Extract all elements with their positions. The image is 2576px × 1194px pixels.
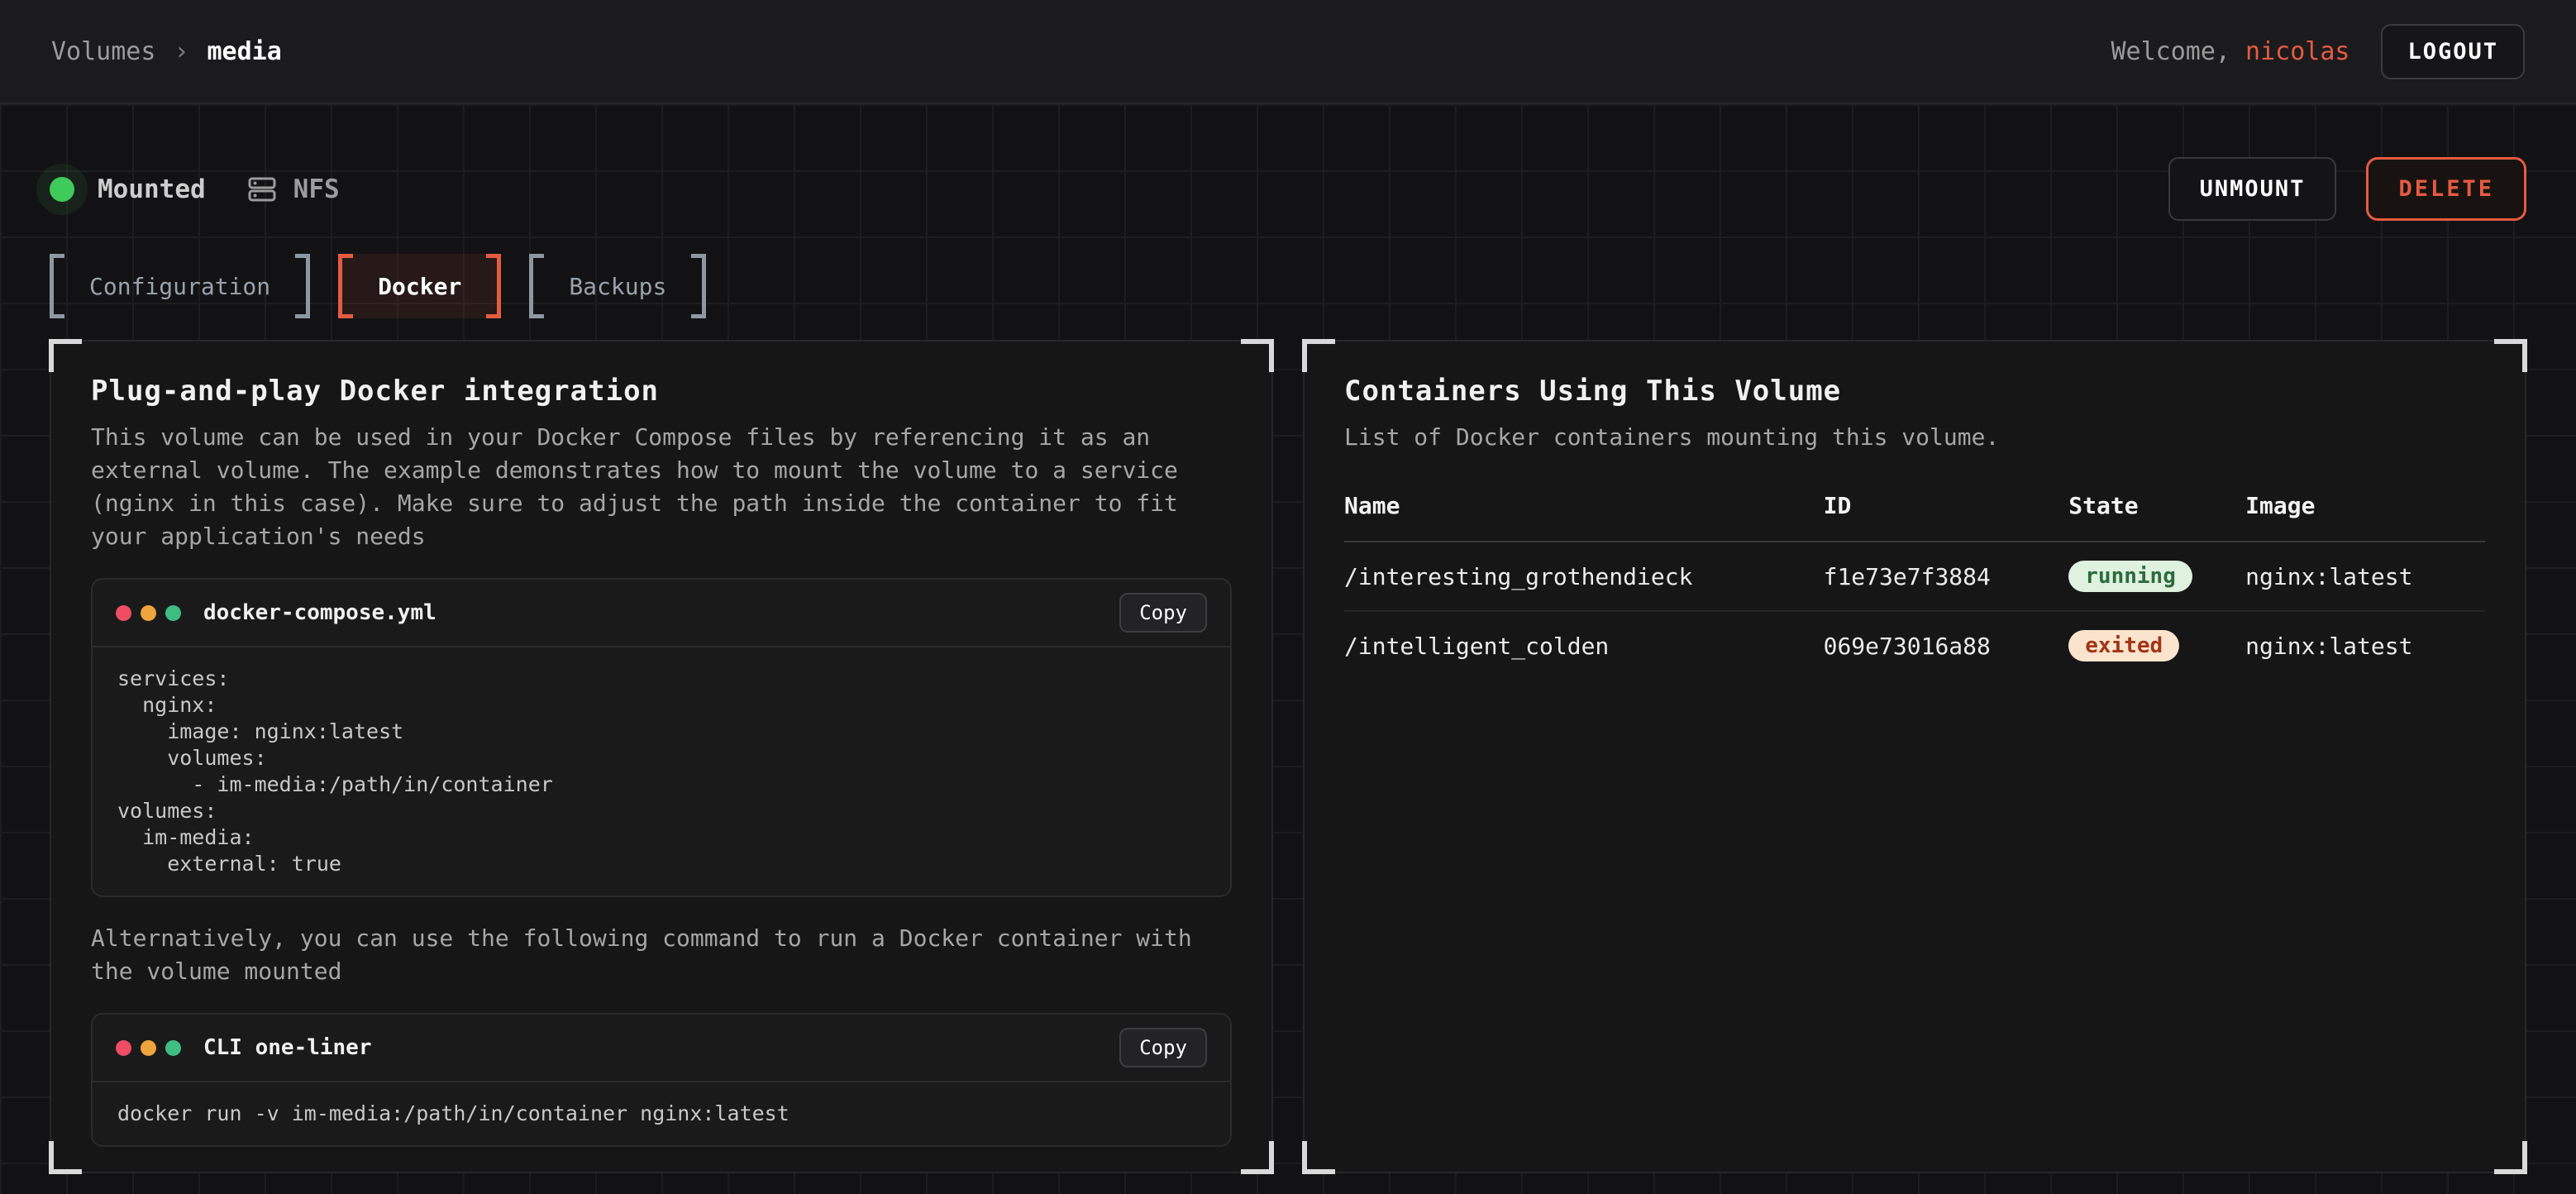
mount-status-label: Mounted <box>98 174 206 204</box>
tab-label: Docker <box>378 273 461 300</box>
corner-bracket-icon <box>2494 1141 2527 1174</box>
docker-integration-panel: Plug-and-play Docker integration This vo… <box>50 340 1273 1173</box>
cli-code-header: CLI one-liner Copy <box>93 1015 1230 1082</box>
tab-bracket-left-icon <box>338 254 353 318</box>
column-header-state: State <box>2068 492 2245 541</box>
status-row: Mounted NFS UNMOUNT DELETE <box>50 104 2526 221</box>
docker-panel-title: Plug-and-play Docker integration <box>91 375 1232 408</box>
state-cell: exited <box>2068 612 2245 680</box>
containers-panel-title: Containers Using This Volume <box>1344 375 2485 408</box>
top-bar-right: Welcome, nicolas LOGOUT <box>2111 24 2525 79</box>
container-image: nginx:latest <box>2245 545 2485 609</box>
mounted-status-dot-icon <box>50 177 74 202</box>
window-dot-green-icon <box>165 605 181 621</box>
table-body: /interesting_grothendieck f1e73e7f3884 r… <box>1344 542 2485 680</box>
corner-bracket-icon <box>49 1141 82 1174</box>
cli-intro-text: Alternatively, you can use the following… <box>91 922 1224 988</box>
window-dot-green-icon <box>165 1040 181 1056</box>
fs-type-label: NFS <box>293 174 340 204</box>
welcome-label: Welcome, <box>2111 37 2245 66</box>
tab-configuration[interactable]: Configuration <box>50 254 310 318</box>
column-header-name: Name <box>1344 492 1824 541</box>
tab-label: Configuration <box>89 273 270 300</box>
tab-docker[interactable]: Docker <box>338 254 501 318</box>
window-dot-red-icon <box>116 605 131 621</box>
window-dot-amber-icon <box>141 1040 156 1056</box>
main-content: Mounted NFS UNMOUNT DELETE Configuration… <box>0 104 2576 1194</box>
compose-code-header: docker-compose.yml Copy <box>93 580 1230 647</box>
tab-label: Backups <box>569 273 666 300</box>
column-header-image: Image <box>2245 492 2485 541</box>
container-name: /interesting_grothendieck <box>1344 545 1824 609</box>
server-stack-icon <box>246 173 279 206</box>
state-badge: running <box>2068 561 2192 592</box>
containers-panel: Containers Using This Volume List of Doc… <box>1303 340 2526 1173</box>
containers-panel-subtitle: List of Docker containers mounting this … <box>1344 421 2452 454</box>
corner-bracket-icon <box>1302 339 1335 372</box>
corner-bracket-icon <box>2494 339 2527 372</box>
breadcrumb-chevron-icon: › <box>174 37 188 66</box>
breadcrumb-current: media <box>208 37 282 66</box>
table-row: /interesting_grothendieck f1e73e7f3884 r… <box>1344 542 2485 612</box>
username: nicolas <box>2245 37 2349 66</box>
docker-panel-description: This volume can be used in your Docker C… <box>91 421 1199 553</box>
cli-code-block: CLI one-liner Copy docker run -v im-medi… <box>91 1013 1232 1147</box>
tab-bracket-left-icon <box>529 254 544 318</box>
corner-bracket-icon <box>1241 339 1274 372</box>
delete-button[interactable]: DELETE <box>2366 157 2526 221</box>
corner-bracket-icon <box>1302 1141 1335 1174</box>
compose-filename: docker-compose.yml <box>203 600 436 625</box>
container-image: nginx:latest <box>2245 614 2485 678</box>
compose-copy-button[interactable]: Copy <box>1119 593 1207 633</box>
welcome-text: Welcome, nicolas <box>2111 37 2349 66</box>
panels-row: Plug-and-play Docker integration This vo… <box>50 340 2526 1173</box>
container-id: f1e73e7f3884 <box>1824 545 2069 609</box>
state-badge: exited <box>2068 630 2179 661</box>
top-bar: Volumes › media Welcome, nicolas LOGOUT <box>0 0 2576 104</box>
corner-bracket-icon <box>1241 1141 1274 1174</box>
tab-bracket-right-icon <box>691 254 706 318</box>
table-row: /intelligent_colden 069e73016a88 exited … <box>1344 612 2485 680</box>
window-dot-amber-icon <box>141 605 156 621</box>
window-dot-red-icon <box>116 1040 131 1056</box>
corner-bracket-icon <box>49 339 82 372</box>
tab-bracket-right-icon <box>295 254 310 318</box>
container-name: /intelligent_colden <box>1344 614 1824 678</box>
cli-code: docker run -v im-media:/path/in/containe… <box>117 1101 1205 1127</box>
logout-button[interactable]: LOGOUT <box>2381 24 2525 79</box>
tab-bracket-right-icon <box>486 254 501 318</box>
breadcrumb: Volumes › media <box>51 37 282 66</box>
compose-code-block: docker-compose.yml Copy services: nginx:… <box>91 578 1232 897</box>
compose-code: services: nginx: image: nginx:latest vol… <box>117 666 1205 877</box>
tab-bar: Configuration Docker Backups <box>50 254 2526 318</box>
state-cell: running <box>2068 542 2245 610</box>
containers-table: Name ID State Image /interesting_grothen… <box>1344 492 2485 680</box>
tab-backups[interactable]: Backups <box>529 254 706 318</box>
cli-filename: CLI one-liner <box>203 1035 372 1060</box>
cli-code-body: docker run -v im-media:/path/in/containe… <box>93 1082 1230 1145</box>
compose-code-body: services: nginx: image: nginx:latest vol… <box>93 647 1230 896</box>
cli-copy-button[interactable]: Copy <box>1119 1028 1207 1067</box>
unmount-button[interactable]: UNMOUNT <box>2168 157 2337 221</box>
breadcrumb-volumes-link[interactable]: Volumes <box>51 37 155 66</box>
table-header-row: Name ID State Image <box>1344 492 2485 542</box>
tab-bracket-left-icon <box>50 254 64 318</box>
container-id: 069e73016a88 <box>1824 614 2069 678</box>
status-actions: UNMOUNT DELETE <box>2168 157 2526 221</box>
column-header-id: ID <box>1824 492 2069 541</box>
